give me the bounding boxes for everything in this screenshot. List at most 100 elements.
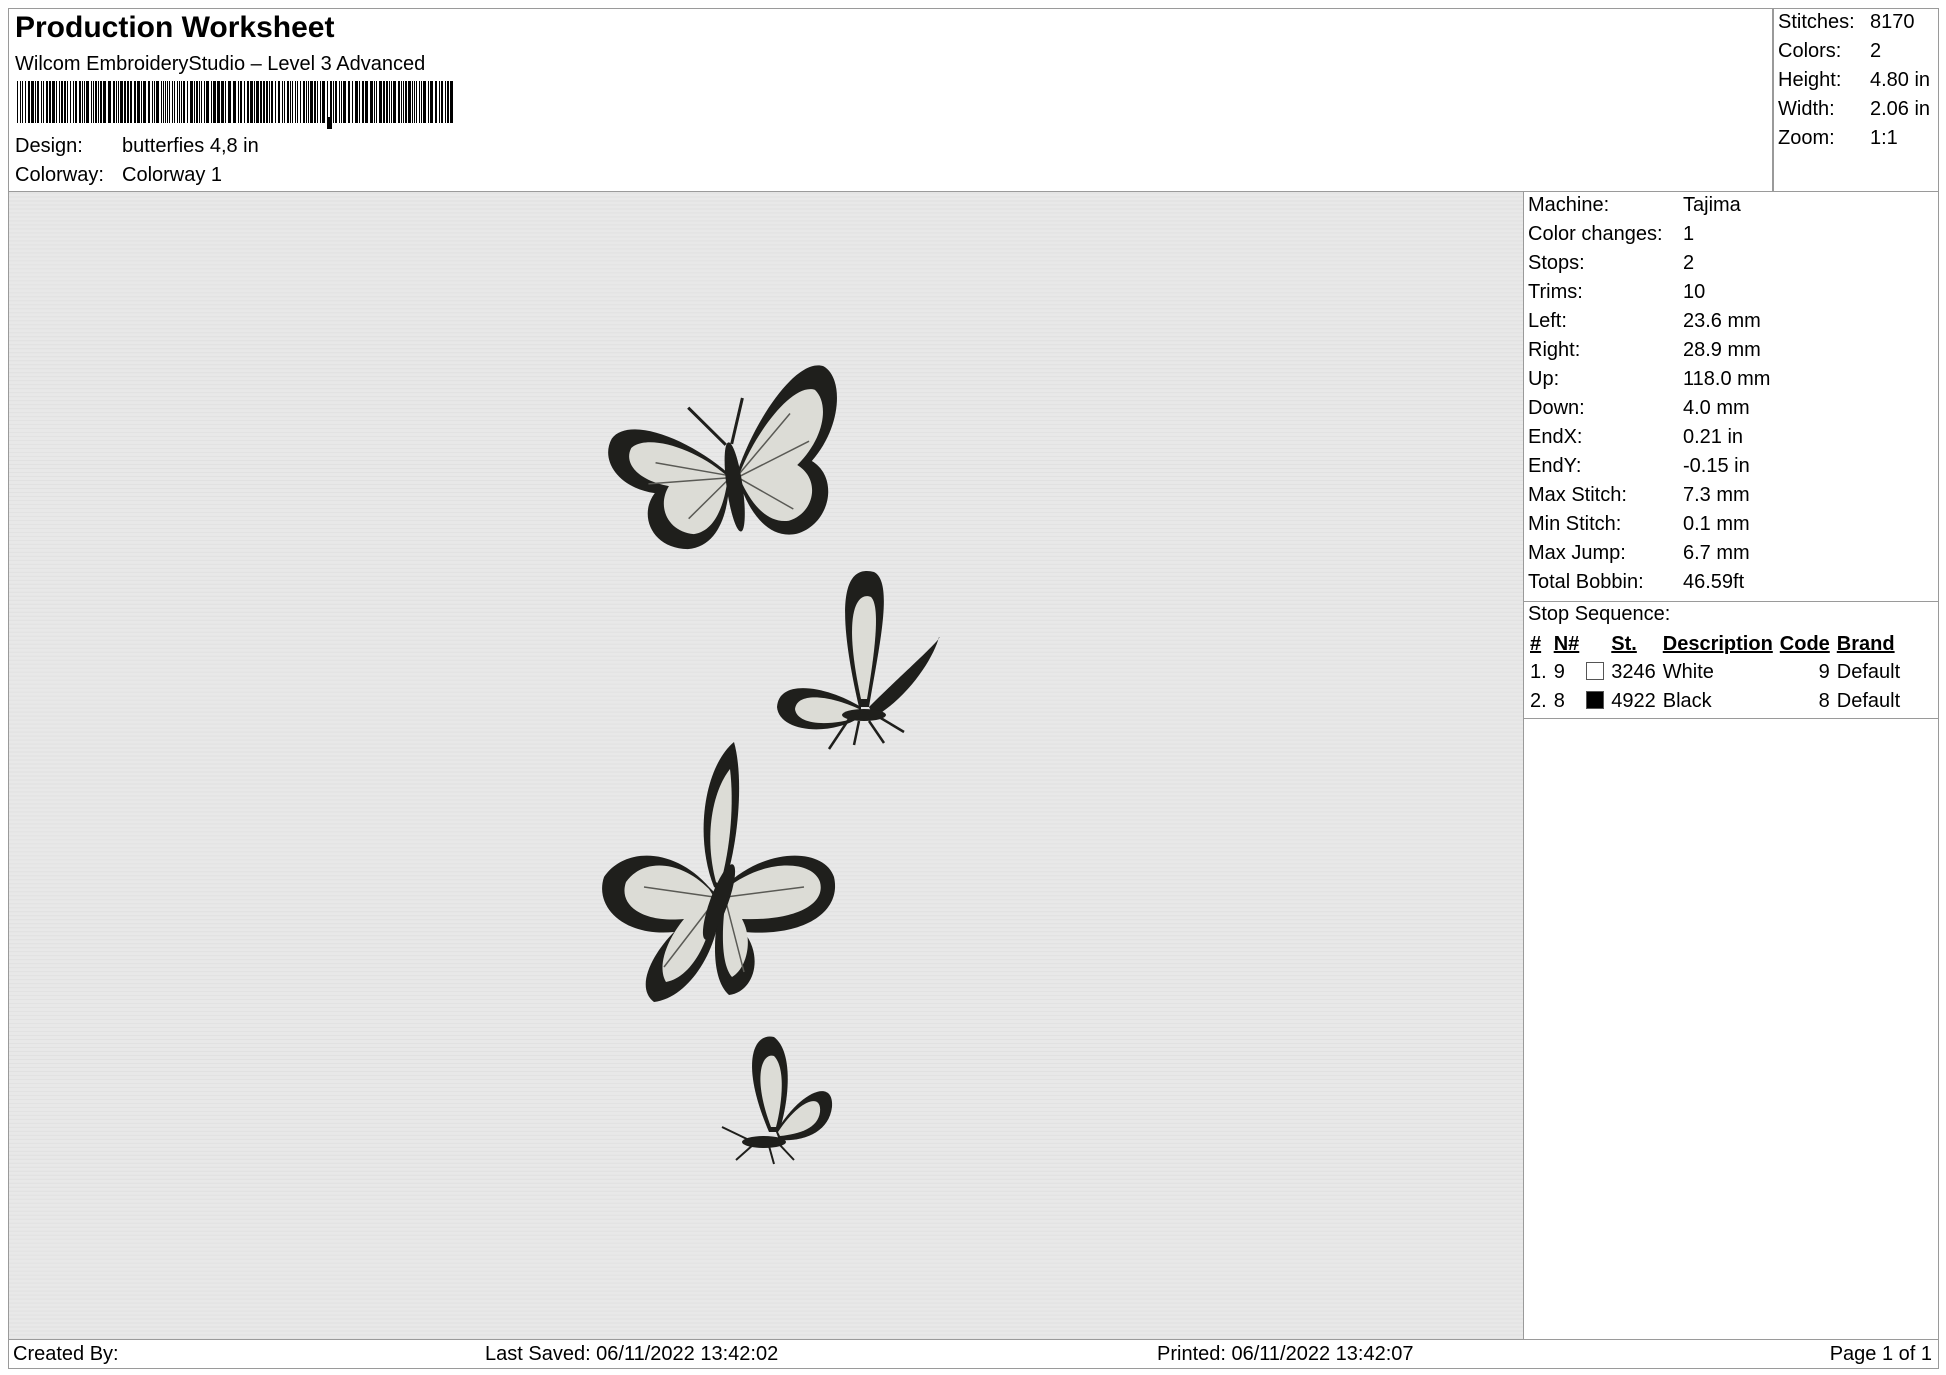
colorway-label: Colorway:	[15, 164, 104, 186]
row-needle: 9	[1553, 661, 1565, 683]
endy-value: -0.15 in	[1683, 455, 1750, 477]
right-row: Right: 28.9 mm	[1528, 339, 1761, 362]
col-needle: N#	[1553, 632, 1580, 655]
left-value: 23.6 mm	[1683, 310, 1761, 332]
last-saved: Last Saved: 06/11/2022 13:42:02	[485, 1343, 779, 1365]
stitches-label: Stitches:	[1778, 11, 1855, 33]
col-swatch	[1583, 630, 1608, 658]
colorway-row: Colorway: Colorway 1	[15, 164, 222, 187]
row-brand: Default	[1836, 690, 1901, 712]
right-value: 28.9 mm	[1683, 339, 1761, 361]
design-label: Design:	[15, 135, 83, 157]
max-stitch-value: 7.3 mm	[1683, 484, 1750, 506]
endx-label: EndX:	[1528, 426, 1583, 448]
color-swatch	[1586, 662, 1605, 680]
butterfly-middle	[602, 742, 836, 1002]
col-description: Description	[1662, 632, 1773, 655]
machine-info-panel: Machine: Tajima Color changes: 1 Stops: 2 T…	[1523, 191, 1939, 1340]
color-changes-label: Color changes:	[1528, 223, 1663, 245]
max-jump-row: Max Jump: 6.7 mm	[1528, 542, 1750, 565]
software-name: Wilcom EmbroideryStudio – Level 3 Advanc…	[15, 53, 426, 75]
color-swatch	[1586, 691, 1605, 709]
down-label: Down:	[1528, 397, 1585, 419]
butterfly-bottom	[721, 1036, 833, 1165]
row-swatch	[1583, 687, 1608, 716]
stops-label: Stops:	[1528, 252, 1585, 274]
width-value: 2.06 in	[1870, 98, 1931, 120]
stops-value: 2	[1683, 252, 1695, 274]
stop-sequence-heading: Stop Sequence:	[1528, 603, 1671, 625]
colors-value: 2	[1870, 40, 1882, 62]
worksheet-header: Production Worksheet Wilcom EmbroiderySt…	[8, 8, 1773, 192]
trims-value: 10	[1683, 281, 1706, 303]
row-brand: Default	[1836, 661, 1901, 683]
page-number: Page 1 of 1	[1829, 1343, 1932, 1365]
barcode	[17, 81, 453, 129]
table-row: 2. 8 4922 Black 8 Default	[1527, 687, 1904, 716]
row-swatch	[1583, 658, 1608, 687]
page-title: Production Worksheet	[15, 11, 335, 44]
col-index: #	[1530, 632, 1542, 655]
up-row: Up: 118.0 mm	[1528, 368, 1770, 391]
design-value: butterfies 4,8 in	[122, 135, 259, 157]
total-bobbin-value: 46.59ft	[1683, 571, 1745, 593]
max-jump-value: 6.7 mm	[1683, 542, 1750, 564]
up-value: 118.0 mm	[1683, 368, 1771, 390]
created-by: Created By:	[13, 1343, 119, 1365]
machine-row: Machine: Tajima	[1528, 194, 1741, 217]
section-divider	[1524, 601, 1938, 602]
butterfly-top	[608, 365, 837, 550]
printed-date: Printed: 06/11/2022 13:42:07	[1157, 1343, 1414, 1365]
colors-row: Colors: 2	[1778, 40, 1881, 63]
row-needle: 8	[1553, 690, 1565, 712]
max-stitch-label: Max Stitch:	[1528, 484, 1627, 506]
zoom-label: Zoom:	[1778, 127, 1835, 149]
stitches-value: 8170	[1870, 11, 1915, 33]
max-stitch-row: Max Stitch: 7.3 mm	[1528, 484, 1750, 507]
row-code: 9	[1818, 661, 1830, 683]
left-row: Left: 23.6 mm	[1528, 310, 1761, 333]
trims-row: Trims: 10	[1528, 281, 1705, 304]
machine-label: Machine:	[1528, 194, 1610, 216]
right-label: Right:	[1528, 339, 1581, 361]
total-bobbin-row: Total Bobbin: 46.59ft	[1528, 571, 1744, 594]
row-index: 1.	[1530, 661, 1547, 683]
zoom-row: Zoom: 1:1	[1778, 127, 1898, 150]
row-index: 2.	[1530, 690, 1547, 712]
height-row: Height: 4.80 in	[1778, 69, 1930, 92]
row-code: 8	[1818, 690, 1830, 712]
max-jump-label: Max Jump:	[1528, 542, 1626, 564]
endy-row: EndY: -0.15 in	[1528, 455, 1750, 478]
width-row: Width: 2.06 in	[1778, 98, 1930, 121]
stop-sequence-table: # N# St. Description Code Brand 1. 9 324…	[1527, 630, 1904, 716]
down-value: 4.0 mm	[1683, 397, 1750, 419]
min-stitch-row: Min Stitch: 0.1 mm	[1528, 513, 1750, 536]
colorway-value: Colorway 1	[122, 164, 223, 186]
stops-row: Stops: 2	[1528, 252, 1694, 275]
design-preview	[8, 191, 1524, 1340]
row-stitches: 3246	[1611, 661, 1656, 683]
color-changes-value: 1	[1683, 223, 1695, 245]
machine-value: Tajima	[1683, 194, 1741, 216]
up-label: Up:	[1528, 368, 1560, 390]
endx-row: EndX: 0.21 in	[1528, 426, 1743, 449]
min-stitch-label: Min Stitch:	[1528, 513, 1622, 535]
colors-label: Colors:	[1778, 40, 1842, 62]
height-label: Height:	[1778, 69, 1842, 91]
stop-sequence-header-row: # N# St. Description Code Brand	[1527, 630, 1904, 658]
design-summary: Stitches: 8170 Colors: 2 Height: 4.80 in Wi…	[1773, 8, 1939, 192]
table-row: 1. 9 3246 White 9 Default	[1527, 658, 1904, 687]
endy-label: EndY:	[1528, 455, 1582, 477]
trims-label: Trims:	[1528, 281, 1583, 303]
row-description: White	[1662, 661, 1714, 683]
stitches-row: Stitches: 8170	[1778, 11, 1915, 34]
worksheet-footer: Created By: Last Saved: 06/11/2022 13:42…	[8, 1339, 1939, 1369]
down-row: Down: 4.0 mm	[1528, 397, 1750, 420]
table-divider	[1524, 718, 1938, 719]
col-code: Code	[1779, 632, 1830, 655]
zoom-value: 1:1	[1870, 127, 1898, 149]
design-row: Design: butterfies 4,8 in	[15, 135, 259, 158]
left-label: Left:	[1528, 310, 1567, 332]
min-stitch-value: 0.1 mm	[1683, 513, 1750, 535]
endx-value: 0.21 in	[1683, 426, 1744, 448]
